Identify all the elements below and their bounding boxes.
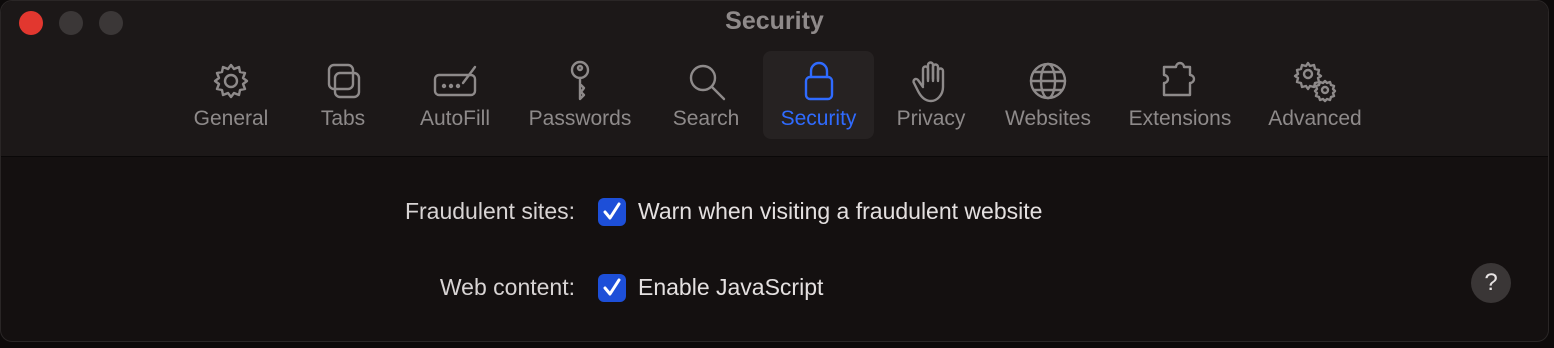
tab-privacy[interactable]: Privacy	[885, 51, 977, 139]
tab-label: General	[193, 107, 269, 130]
tab-label: Tabs	[320, 107, 366, 130]
fraudulent-warning-checkbox-label[interactable]: Warn when visiting a fraudulent website	[638, 198, 1042, 225]
hand-icon	[912, 61, 945, 103]
tab-label: Advanced	[1268, 107, 1362, 130]
window-title: Security	[725, 7, 824, 35]
key-icon	[570, 60, 590, 101]
tabs-icon	[327, 63, 361, 99]
tab-label: Search	[672, 107, 740, 130]
fraudulent-warning-checkbox[interactable]	[598, 198, 626, 226]
tab-general[interactable]: General	[179, 51, 283, 139]
tab-label: Privacy	[896, 107, 966, 130]
gear-icon	[213, 63, 249, 99]
enable-javascript-checkbox[interactable]	[598, 274, 626, 302]
toolbar: Security General Tabs AutoFill Passwords…	[1, 1, 1548, 157]
tab-label: Extensions	[1128, 107, 1232, 130]
tab-label: Websites	[1005, 107, 1091, 130]
tab-advanced[interactable]: Advanced	[1257, 51, 1373, 139]
tab-passwords[interactable]: Passwords	[519, 51, 641, 139]
tab-websites[interactable]: Websites	[995, 51, 1101, 139]
search-icon	[689, 64, 726, 101]
tab-search[interactable]: Search	[659, 51, 753, 139]
tab-security[interactable]: Security	[763, 51, 874, 139]
puzzle-icon	[1162, 61, 1196, 97]
preferences-window: Security General Tabs AutoFill Passwords…	[0, 0, 1549, 342]
checkmark-icon	[603, 202, 621, 220]
gears-icon	[1293, 61, 1337, 103]
tab-label: Security	[780, 107, 857, 130]
tab-extensions[interactable]: Extensions	[1117, 51, 1243, 139]
help-button[interactable]: ?	[1471, 263, 1511, 303]
checkmark-icon	[603, 278, 621, 296]
lock-icon	[804, 61, 833, 101]
globe-icon	[1029, 62, 1067, 100]
tab-tabs[interactable]: Tabs	[297, 51, 389, 139]
web-content-label: Web content:	[439, 274, 575, 300]
enable-javascript-checkbox-label[interactable]: Enable JavaScript	[638, 274, 823, 301]
tab-autofill[interactable]: AutoFill	[405, 51, 505, 139]
tab-label: AutoFill	[419, 107, 491, 130]
tab-label: Passwords	[528, 107, 632, 130]
fraudulent-sites-label: Fraudulent sites:	[404, 198, 575, 224]
autofill-icon	[433, 65, 477, 97]
